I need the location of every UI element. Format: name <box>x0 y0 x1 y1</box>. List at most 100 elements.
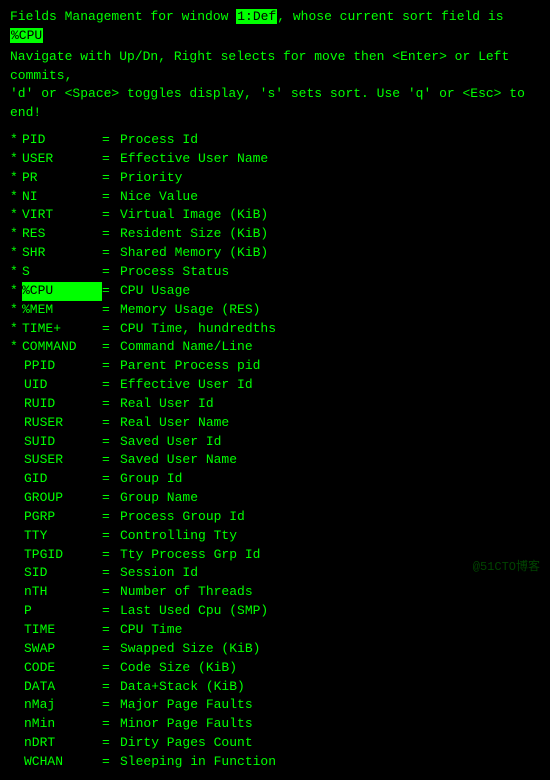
field-equals: = <box>102 489 120 508</box>
field-star: * <box>10 150 22 169</box>
field-equals: = <box>102 320 120 339</box>
field-row[interactable]: DATA = Data+Stack (KiB) <box>10 678 540 697</box>
field-description: Sleeping in Function <box>120 753 540 772</box>
field-row[interactable]: *USER = Effective User Name <box>10 150 540 169</box>
field-row[interactable]: RUID = Real User Id <box>10 395 540 414</box>
field-row[interactable]: *VIRT = Virtual Image (KiB) <box>10 206 540 225</box>
field-row[interactable]: GID = Group Id <box>10 470 540 489</box>
field-name: WCHAN <box>22 753 102 772</box>
nav-line-2: 'd' or <Space> toggles display, 's' sets… <box>10 85 540 123</box>
field-name: UID <box>22 376 102 395</box>
field-star: * <box>10 320 22 339</box>
field-equals: = <box>102 338 120 357</box>
field-equals: = <box>102 357 120 376</box>
field-row[interactable]: PGRP = Process Group Id <box>10 508 540 527</box>
field-row[interactable]: UID = Effective User Id <box>10 376 540 395</box>
field-description: Real User Name <box>120 414 540 433</box>
field-row[interactable]: SID = Session Id <box>10 564 540 583</box>
field-row[interactable]: RUSER = Real User Name <box>10 414 540 433</box>
field-row[interactable]: TPGID = Tty Process Grp Id <box>10 546 540 565</box>
field-name: SUID <box>22 433 102 452</box>
field-equals: = <box>102 188 120 207</box>
field-row[interactable]: *COMMAND = Command Name/Line <box>10 338 540 357</box>
field-star: * <box>10 263 22 282</box>
field-name: nTH <box>22 583 102 602</box>
field-description: Memory Usage (RES) <box>120 301 540 320</box>
field-description: Virtual Image (KiB) <box>120 206 540 225</box>
field-row[interactable]: CODE = Code Size (KiB) <box>10 659 540 678</box>
field-star: * <box>10 225 22 244</box>
field-row[interactable]: TIME = CPU Time <box>10 621 540 640</box>
field-name: DATA <box>22 678 102 697</box>
field-equals: = <box>102 659 120 678</box>
field-name: TIME <box>22 621 102 640</box>
header-line-1: Fields Management for window 1:Def, whos… <box>10 8 540 46</box>
header-middle: , whose current sort field is <box>277 9 503 24</box>
field-star: * <box>10 169 22 188</box>
field-equals: = <box>102 621 120 640</box>
field-row[interactable]: *%CPU = CPU Usage <box>10 282 540 301</box>
field-star: * <box>10 338 22 357</box>
field-row[interactable]: nDRT = Dirty Pages Count <box>10 734 540 753</box>
watermark: @51CTO博客 <box>473 559 540 576</box>
field-row[interactable]: *NI = Nice Value <box>10 188 540 207</box>
field-row[interactable]: *PID = Process Id <box>10 131 540 150</box>
nav-instructions: Navigate with Up/Dn, Right selects for m… <box>10 48 540 123</box>
field-row[interactable]: P = Last Used Cpu (SMP) <box>10 602 540 621</box>
field-description: Process Group Id <box>120 508 540 527</box>
field-row[interactable]: *RES = Resident Size (KiB) <box>10 225 540 244</box>
field-row[interactable]: *%MEM = Memory Usage (RES) <box>10 301 540 320</box>
field-name: SID <box>22 564 102 583</box>
window-id: 1:Def <box>236 9 277 24</box>
field-row[interactable]: SUID = Saved User Id <box>10 433 540 452</box>
nav-line-1: Navigate with Up/Dn, Right selects for m… <box>10 48 540 86</box>
field-description: CPU Time, hundredths <box>120 320 540 339</box>
field-row[interactable]: WCHAN = Sleeping in Function <box>10 753 540 772</box>
field-description: Saved User Id <box>120 433 540 452</box>
field-name: VIRT <box>22 206 102 225</box>
field-row[interactable]: nMaj = Major Page Faults <box>10 696 540 715</box>
field-row[interactable]: *S = Process Status <box>10 263 540 282</box>
field-description: Effective User Name <box>120 150 540 169</box>
field-row[interactable]: SWAP = Swapped Size (KiB) <box>10 640 540 659</box>
field-name: %MEM <box>22 301 102 320</box>
field-description: Shared Memory (KiB) <box>120 244 540 263</box>
field-row[interactable]: PPID = Parent Process pid <box>10 357 540 376</box>
field-description: Controlling Tty <box>120 527 540 546</box>
field-equals: = <box>102 414 120 433</box>
field-name: USER <box>22 150 102 169</box>
field-description: Last Used Cpu (SMP) <box>120 602 540 621</box>
field-name: COMMAND <box>22 338 102 357</box>
field-row[interactable]: *PR = Priority <box>10 169 540 188</box>
sort-field: %CPU <box>10 28 43 43</box>
field-star: * <box>10 282 22 301</box>
field-description: Process Id <box>120 131 540 150</box>
field-description: Real User Id <box>120 395 540 414</box>
field-row[interactable]: nMin = Minor Page Faults <box>10 715 540 734</box>
header-section: Fields Management for window 1:Def, whos… <box>10 8 540 123</box>
field-name: CODE <box>22 659 102 678</box>
field-name: NI <box>22 188 102 207</box>
field-description: Command Name/Line <box>120 338 540 357</box>
field-name: PPID <box>22 357 102 376</box>
field-equals: = <box>102 169 120 188</box>
field-row[interactable]: *TIME+ = CPU Time, hundredths <box>10 320 540 339</box>
field-description: Code Size (KiB) <box>120 659 540 678</box>
field-name: GID <box>22 470 102 489</box>
field-row[interactable]: *SHR = Shared Memory (KiB) <box>10 244 540 263</box>
field-description: Data+Stack (KiB) <box>120 678 540 697</box>
field-equals: = <box>102 753 120 772</box>
field-row[interactable]: SUSER = Saved User Name <box>10 451 540 470</box>
field-description: CPU Time <box>120 621 540 640</box>
field-description: Saved User Name <box>120 451 540 470</box>
field-name: SHR <box>22 244 102 263</box>
field-description: Group Id <box>120 470 540 489</box>
field-row[interactable]: nTH = Number of Threads <box>10 583 540 602</box>
field-equals: = <box>102 150 120 169</box>
field-row[interactable]: GROUP = Group Name <box>10 489 540 508</box>
field-description: Priority <box>120 169 540 188</box>
field-equals: = <box>102 206 120 225</box>
field-row[interactable]: TTY = Controlling Tty <box>10 527 540 546</box>
field-description: Parent Process pid <box>120 357 540 376</box>
field-name: SUSER <box>22 451 102 470</box>
